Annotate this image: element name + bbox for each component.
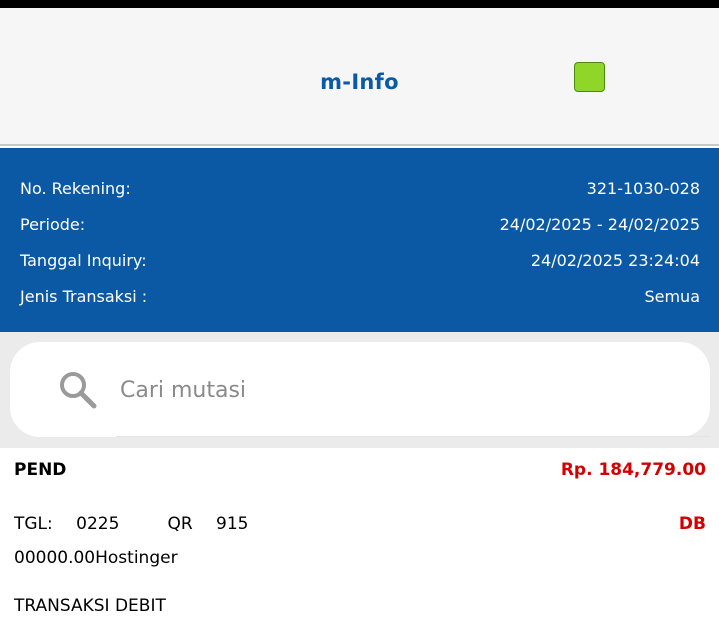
- search-icon[interactable]: [58, 370, 98, 410]
- transaction-type-value: Semua: [644, 287, 700, 306]
- transaction-date: TGL: 0225: [14, 514, 120, 534]
- search-area: [0, 332, 719, 448]
- period-label: Periode:: [20, 215, 86, 234]
- page-title: m-Info: [320, 70, 399, 94]
- transaction-reference: QR 915: [167, 514, 249, 534]
- status-bar-strip: [0, 0, 719, 8]
- info-row-account-number: No. Rekening: 321-1030-028: [20, 179, 700, 201]
- transaction-status: PEND: [14, 460, 67, 480]
- account-number-label: No. Rekening:: [20, 179, 131, 198]
- transaction-type-label: Jenis Transaksi :: [20, 287, 148, 306]
- transaction-amount: Rp. 184,779.00: [560, 460, 706, 480]
- search-box[interactable]: [10, 342, 710, 437]
- info-row-period: Periode: 24/02/2025 - 24/02/2025: [20, 215, 700, 237]
- transaction-item[interactable]: PEND Rp. 184,779.00 TGL: 0225 QR 915 DB 0…: [0, 448, 719, 637]
- inquiry-date-value: 24/02/2025 23:24:04: [530, 251, 700, 270]
- info-row-transaction-type: Jenis Transaksi : Semua: [20, 287, 700, 309]
- search-input[interactable]: [120, 372, 680, 408]
- transaction-detail-line: TGL: 0225 QR 915: [14, 514, 248, 534]
- account-number-value: 321-1030-028: [586, 179, 700, 198]
- transaction-description: 00000.00Hostinger: [14, 548, 178, 568]
- inquiry-date-label: Tanggal Inquiry:: [20, 251, 147, 270]
- status-indicator[interactable]: [574, 62, 605, 92]
- info-row-inquiry-date: Tanggal Inquiry: 24/02/2025 23:24:04: [20, 251, 700, 273]
- period-value: 24/02/2025 - 24/02/2025: [499, 215, 700, 234]
- search-underline: [116, 436, 710, 437]
- app-header: m-Info: [0, 8, 719, 146]
- transaction-type-badge: DB: [678, 514, 706, 534]
- account-info-panel: No. Rekening: 321-1030-028 Periode: 24/0…: [0, 148, 719, 332]
- transaction-category: TRANSAKSI DEBIT: [14, 596, 166, 616]
